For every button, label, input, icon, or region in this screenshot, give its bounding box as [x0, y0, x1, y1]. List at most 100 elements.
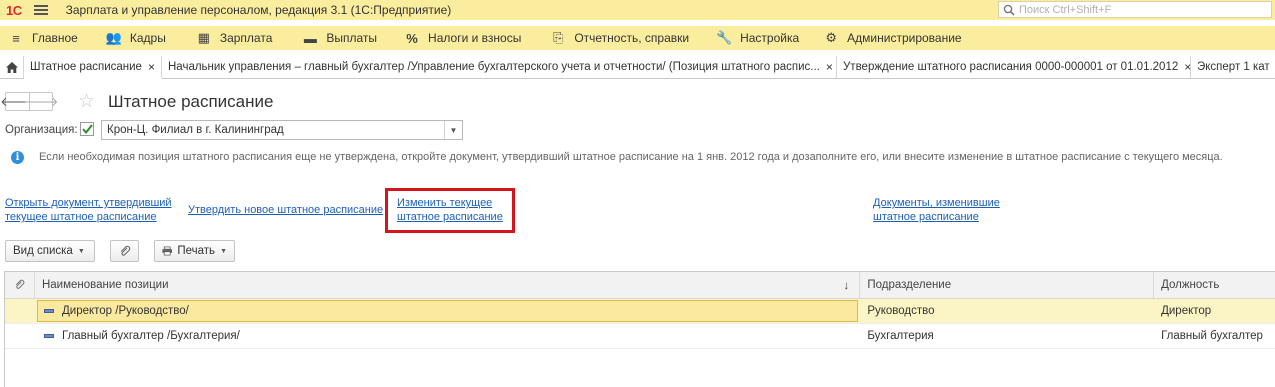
people-icon: 👥	[105, 30, 122, 45]
department-cell[interactable]: Бухгалтерия	[860, 324, 1154, 348]
title-bar: 1С Зарплата и управление персоналом, ред…	[0, 0, 1275, 20]
department-column-header[interactable]: Подразделение	[860, 272, 1155, 298]
organization-value: Крон-Ц. Филиал в г. Калининград	[107, 124, 284, 136]
view-list-button[interactable]: Вид списка ▼	[5, 240, 95, 262]
table-row[interactable]: Директор /Руководство/ Руководство Дирек…	[5, 299, 1275, 324]
column-label: Подразделение	[867, 279, 952, 291]
attachments-button[interactable]	[110, 240, 139, 262]
cell-text: Главный бухгалтер /Бухгалтерия/	[61, 330, 240, 342]
section-hr[interactable]: 👥 Кадры	[106, 26, 166, 50]
app-title: Зарплата и управление персоналом, редакц…	[65, 3, 452, 17]
tab-staffing[interactable]: Штатное расписание ×	[24, 56, 162, 79]
close-icon[interactable]: ×	[1184, 60, 1190, 74]
position-icon	[43, 309, 54, 313]
paperclip-icon	[120, 245, 130, 256]
menu-icon: ≡	[12, 30, 20, 46]
attachment-cell	[5, 299, 35, 323]
chevron-down-icon: ▼	[220, 247, 227, 255]
organization-field[interactable]: Крон-Ц. Филиал в г. Калининград ▼	[101, 120, 463, 140]
organization-checkbox[interactable]	[80, 122, 94, 136]
open-approving-document-link[interactable]: Открыть документ, утвердивший текущее шт…	[5, 196, 172, 224]
cell-text: Директор /Руководство/	[61, 305, 189, 317]
home-icon	[5, 61, 18, 73]
app-logo: 1С	[6, 2, 22, 18]
link-line: штатное расписание	[873, 211, 979, 223]
navigation-buttons: 🡐 🡒	[0, 92, 58, 111]
job-title-cell[interactable]: Директор	[1154, 299, 1275, 323]
checkmark-icon	[81, 124, 93, 134]
info-icon: i	[11, 151, 24, 164]
section-settings[interactable]: 🔧 Настройка	[716, 26, 799, 50]
highlight-annotation	[385, 188, 515, 233]
tab-expert[interactable]: Эксперт 1 кат	[1191, 56, 1275, 78]
search-input[interactable]	[1019, 3, 1269, 16]
button-label: Печать	[177, 245, 216, 257]
section-label: Выплаты	[326, 31, 378, 45]
wrench-icon: 🔧	[715, 30, 733, 45]
print-button[interactable]: Печать ▼	[154, 240, 235, 262]
approve-new-schedule-link[interactable]: Утвердить новое штатное расписание	[188, 203, 383, 217]
tab-label: Начальник управления – главный бухгалтер…	[168, 61, 820, 73]
section-label: Главное	[32, 31, 78, 45]
section-taxes[interactable]: % Налоги и взносы	[404, 26, 521, 50]
percent-icon: %	[406, 30, 418, 46]
sort-arrow-icon: ↓	[843, 278, 850, 292]
section-label: Кадры	[129, 31, 166, 45]
page-title: Штатное расписание	[108, 92, 274, 111]
section-admin[interactable]: ⚙ Администрирование	[823, 26, 961, 50]
position-column-header[interactable]: Должность	[1154, 272, 1275, 298]
section-salary[interactable]: ▦ Зарплата	[196, 26, 273, 50]
tab-approval[interactable]: Утверждение штатного расписания 0000-000…	[837, 56, 1191, 78]
staffing-table: Наименование позиции ↓ Подразделение Дол…	[4, 271, 1275, 387]
organization-label: Организация:	[5, 124, 78, 136]
position-name-cell[interactable]: Директор /Руководство/	[35, 299, 860, 323]
department-cell[interactable]: Руководство	[860, 299, 1154, 323]
tab-position[interactable]: Начальник управления – главный бухгалтер…	[162, 56, 837, 78]
main-menu-icon[interactable]	[33, 5, 48, 15]
position-name-cell[interactable]: Главный бухгалтер /Бухгалтерия/	[35, 324, 860, 348]
button-label: Вид списка	[13, 245, 73, 257]
job-title-cell[interactable]: Главный бухгалтер	[1154, 324, 1275, 348]
tab-label: Утверждение штатного расписания 0000-000…	[843, 61, 1179, 73]
section-label: Администрирование	[847, 31, 962, 45]
paperclip-icon	[15, 279, 25, 289]
gear-icon: ⚙	[825, 30, 837, 45]
section-label: Настройка	[740, 31, 800, 45]
home-tab[interactable]	[0, 56, 24, 78]
printer-icon	[162, 246, 173, 256]
section-reports[interactable]: ⎘ Отчетность, справки	[550, 26, 689, 50]
table-row[interactable]: Главный бухгалтер /Бухгалтерия/ Бухгалте…	[5, 324, 1275, 349]
tab-label: Штатное расписание	[30, 60, 142, 73]
card-icon: ▬	[303, 30, 317, 46]
name-column-header[interactable]: Наименование позиции ↓	[35, 272, 861, 298]
chevron-down-icon: ▼	[77, 247, 85, 255]
search-icon	[1003, 4, 1015, 16]
section-label: Зарплата	[219, 31, 273, 45]
link-line: Документы, изменившие	[873, 197, 1000, 209]
link-line: Открыть документ, утвердивший	[5, 197, 172, 209]
sections-panel: ≡ Главное 👥 Кадры ▦ Зарплата ▬ Выплаты %…	[0, 26, 1275, 50]
global-search[interactable]	[998, 1, 1272, 18]
section-payments[interactable]: ▬ Выплаты	[302, 26, 377, 50]
calculator-icon: ▦	[197, 30, 210, 45]
open-windows-tabs: Штатное расписание × Начальник управлени…	[0, 56, 1275, 79]
column-label: Наименование позиции	[41, 279, 169, 291]
report-icon: ⎘	[553, 30, 564, 45]
tab-label: Эксперт 1 кат	[1197, 61, 1270, 73]
attachment-column-header[interactable]	[5, 272, 35, 298]
section-label: Налоги и взносы	[428, 31, 522, 45]
changing-documents-link[interactable]: Документы, изменившие штатное расписание	[873, 196, 1000, 224]
link-line: текущее штатное расписание	[5, 211, 157, 223]
favorite-star-icon[interactable]: ☆	[78, 90, 95, 113]
close-icon[interactable]: ×	[826, 60, 833, 74]
close-icon[interactable]: ×	[148, 60, 155, 74]
forward-button[interactable]: 🡒	[24, 93, 58, 110]
chevron-down-icon[interactable]: ▼	[444, 121, 462, 139]
section-label: Отчетность, справки	[574, 31, 690, 45]
attachment-cell	[5, 324, 35, 348]
table-header: Наименование позиции ↓ Подразделение Дол…	[5, 272, 1275, 299]
section-main[interactable]: ≡ Главное	[8, 26, 78, 50]
info-message: Если необходимая позиция штатного распис…	[39, 151, 1223, 163]
position-icon	[43, 334, 54, 338]
column-label: Должность	[1161, 279, 1220, 291]
